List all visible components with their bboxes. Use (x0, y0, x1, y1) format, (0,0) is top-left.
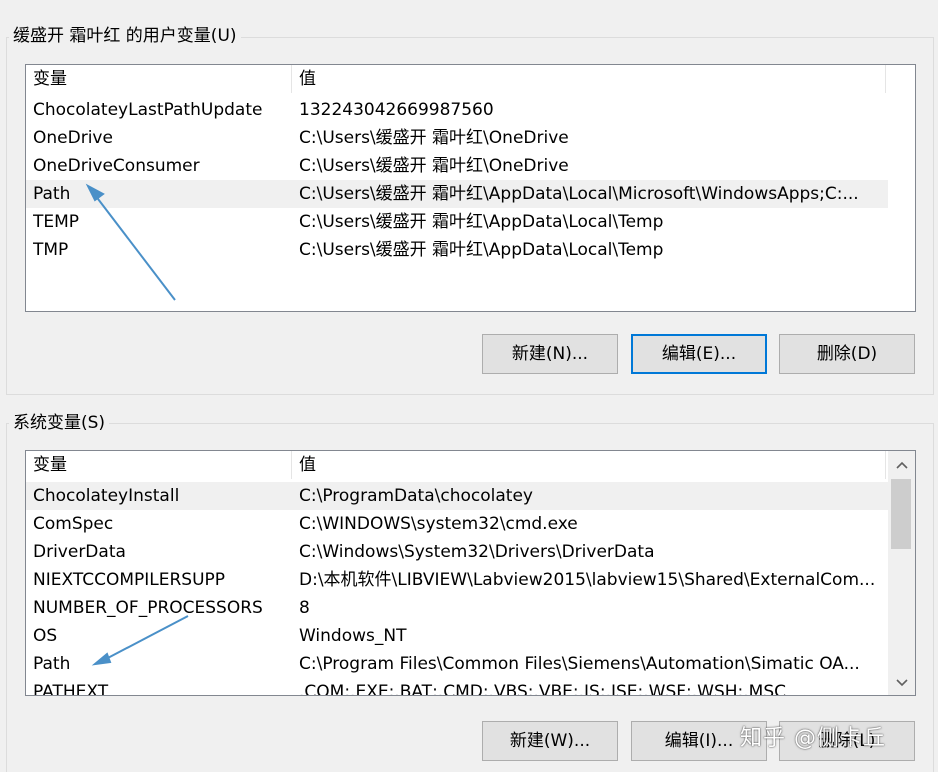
system-new-button[interactable]: 新建(W)... (482, 721, 618, 761)
user-variables-title: 缓盛开 霜叶红 的用户变量(U) (9, 25, 241, 47)
scroll-thumb[interactable] (891, 479, 911, 549)
var-value: .COM;.EXE;.BAT;.CMD;.VBS;.VBE;.JS;.JSE;.… (299, 682, 787, 696)
table-row[interactable]: PATHEXT .COM;.EXE;.BAT;.CMD;.VBS;.VBE;.J… (26, 678, 888, 696)
var-value: C:\Program Files\Common Files\Siemens\Au… (299, 654, 860, 674)
chevron-up-icon (895, 461, 908, 469)
scroll-down-button[interactable] (888, 671, 915, 695)
var-value: 132243042669987560 (299, 100, 494, 120)
var-name: Path (33, 654, 71, 674)
var-name: PATHEXT (33, 682, 109, 696)
var-name: OS (33, 626, 58, 646)
column-header-value[interactable]: 值 (292, 451, 886, 479)
var-name: NUMBER_OF_PROCESSORS (33, 598, 263, 618)
var-value: C:\Users\缓盛开 霜叶红\OneDrive (299, 156, 569, 176)
var-name: TEMP (33, 212, 80, 232)
table-row[interactable]: ComSpec C:\WINDOWS\system32\cmd.exe (26, 510, 888, 538)
var-name: OneDrive (33, 128, 113, 148)
column-header-name[interactable]: 变量 (26, 451, 292, 479)
var-name: ChocolateyLastPathUpdate (33, 100, 263, 120)
table-row[interactable]: DriverData C:\Windows\System32\Drivers\D… (26, 538, 888, 566)
watermark: 知乎 @侧卡丘 (740, 726, 886, 751)
table-row[interactable]: NIEXTCCOMPILERSUPP D:\本机软件\LIBVIEW\Labvi… (26, 566, 888, 594)
table-row[interactable]: OneDrive C:\Users\缓盛开 霜叶红\OneDrive (26, 124, 888, 152)
column-header-name[interactable]: 变量 (26, 65, 292, 93)
var-name: Path (33, 184, 71, 204)
scroll-up-button[interactable] (888, 453, 915, 477)
var-name: ChocolateyInstall (33, 486, 180, 506)
var-name: ComSpec (33, 514, 114, 534)
var-name: DriverData (33, 542, 126, 562)
table-row-selected[interactable]: ChocolateyInstall C:\ProgramData\chocola… (26, 482, 888, 510)
table-row[interactable]: OS Windows_NT (26, 622, 888, 650)
table-row[interactable]: NUMBER_OF_PROCESSORS 8 (26, 594, 888, 622)
list-header: 变量 值 (26, 65, 915, 93)
user-variables-list[interactable]: 变量 值 ChocolateyLastPathUpdate 1322430426… (25, 64, 916, 312)
table-row-selected[interactable]: Path C:\Users\缓盛开 霜叶红\AppData\Local\Micr… (26, 180, 888, 208)
column-header-value[interactable]: 值 (292, 65, 886, 93)
table-row[interactable]: Path C:\Program Files\Common Files\Sieme… (26, 650, 888, 678)
user-delete-button[interactable]: 删除(D) (779, 334, 915, 374)
var-value: C:\Users\缓盛开 霜叶红\AppData\Local\Microsoft… (299, 184, 859, 204)
table-row[interactable]: TMP C:\Users\缓盛开 霜叶红\AppData\Local\Temp (26, 236, 888, 264)
table-row[interactable]: OneDriveConsumer C:\Users\缓盛开 霜叶红\OneDri… (26, 152, 888, 180)
var-value: C:\Users\缓盛开 霜叶红\AppData\Local\Temp (299, 212, 664, 232)
table-row[interactable]: TEMP C:\Users\缓盛开 霜叶红\AppData\Local\Temp (26, 208, 888, 236)
var-value: C:\Users\缓盛开 霜叶红\OneDrive (299, 128, 569, 148)
user-edit-button[interactable]: 编辑(E)... (631, 334, 767, 374)
var-name: NIEXTCCOMPILERSUPP (33, 570, 226, 590)
var-name: TMP (33, 240, 69, 260)
var-value: 8 (299, 598, 310, 618)
table-row[interactable]: ChocolateyLastPathUpdate 132243042669987… (26, 96, 888, 124)
vertical-scrollbar[interactable] (888, 451, 915, 695)
var-value: C:\ProgramData\chocolatey (299, 486, 533, 506)
var-value: C:\WINDOWS\system32\cmd.exe (299, 514, 578, 534)
user-new-button[interactable]: 新建(N)... (482, 334, 618, 374)
var-value: D:\本机软件\LIBVIEW\Labview2015\labview15\Sh… (299, 570, 876, 590)
var-value: Windows_NT (299, 626, 407, 646)
var-value: C:\Windows\System32\Drivers\DriverData (299, 542, 655, 562)
var-name: OneDriveConsumer (33, 156, 200, 176)
chevron-down-icon (895, 679, 908, 687)
var-value: C:\Users\缓盛开 霜叶红\AppData\Local\Temp (299, 240, 664, 260)
system-variables-title: 系统变量(S) (9, 412, 110, 434)
list-header: 变量 值 (26, 451, 915, 479)
system-variables-list[interactable]: 变量 值 ChocolateyInstall C:\ProgramData\ch… (25, 450, 916, 696)
